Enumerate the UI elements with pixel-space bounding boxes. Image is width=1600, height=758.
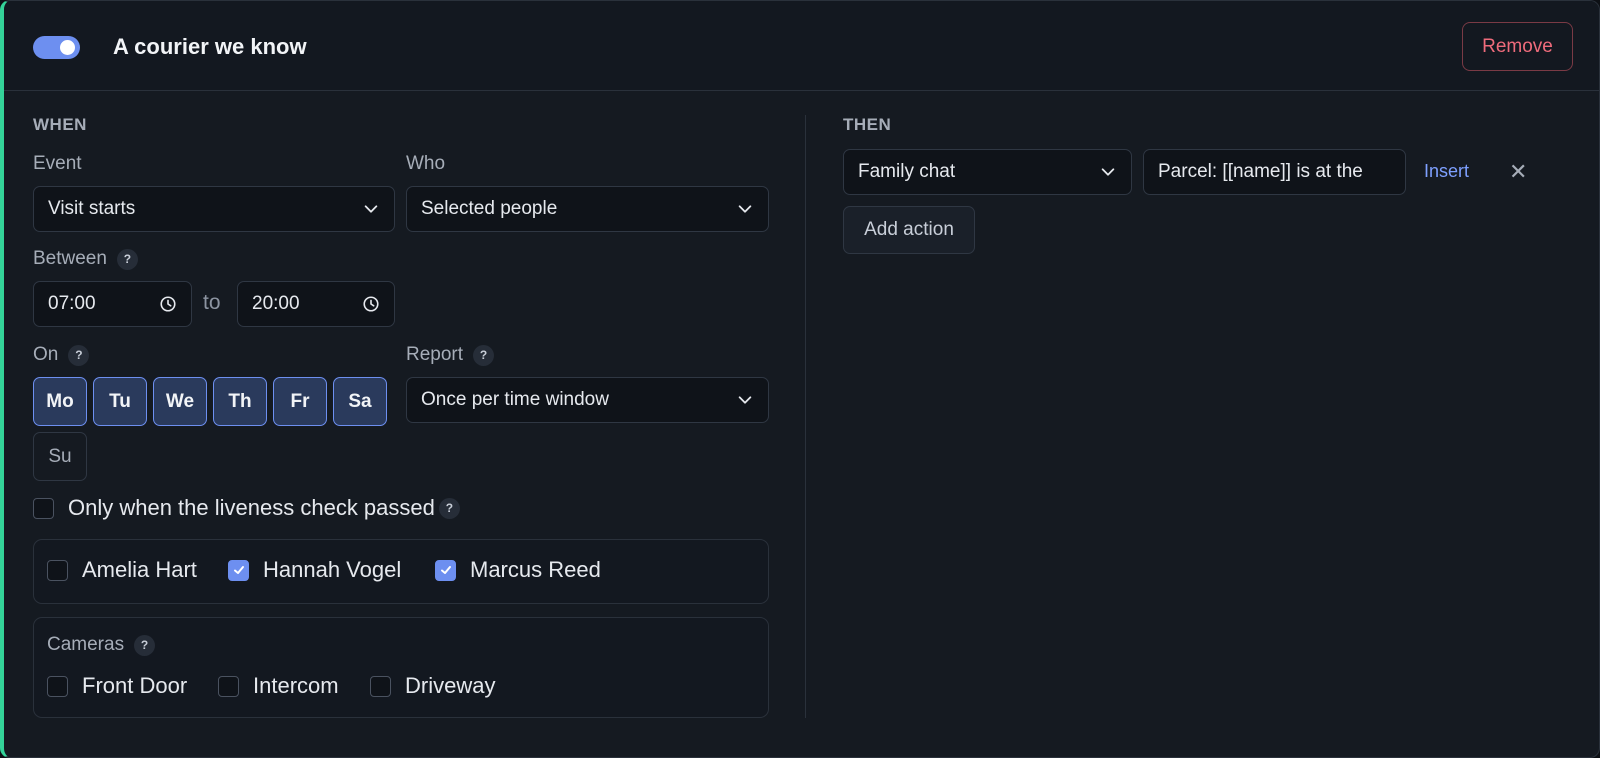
person-item-hannah-vogel[interactable]: Hannah Vogel (228, 557, 401, 583)
person-name: Amelia Hart (82, 557, 197, 582)
who-select[interactable]: Selected people (406, 186, 769, 232)
day-tu[interactable]: Tu (93, 377, 147, 426)
day-fr[interactable]: Fr (273, 377, 327, 426)
person-checkbox[interactable] (435, 559, 456, 581)
on-label: On ? (33, 344, 90, 366)
event-label: Event (33, 153, 82, 174)
camera-item-front-door[interactable]: Front Door (47, 673, 187, 699)
help-icon[interactable]: ? (134, 634, 156, 656)
time-to-input[interactable]: 20:00 (237, 281, 395, 327)
chevron-down-icon (364, 205, 378, 213)
camera-name: Intercom (253, 673, 339, 698)
time-from-value: 07:00 (48, 293, 96, 314)
help-icon[interactable]: ? (116, 248, 138, 270)
event-value: Visit starts (48, 198, 136, 219)
person-checkbox[interactable] (47, 559, 68, 581)
person-item-marcus-reed[interactable]: Marcus Reed (435, 557, 601, 583)
who-value: Selected people (421, 198, 558, 219)
camera-name: Driveway (405, 673, 496, 698)
to-label: to (203, 291, 221, 314)
remove-button[interactable]: Remove (1462, 22, 1573, 71)
clock-icon (160, 296, 176, 312)
liveness-label: Only when the liveness check passed (68, 495, 435, 520)
liveness-check-row[interactable]: Only when the liveness check passed ? (33, 495, 460, 521)
chevron-down-icon (738, 205, 752, 213)
camera-item-driveway[interactable]: Driveway (370, 673, 495, 699)
insert-link[interactable]: Insert (1424, 161, 1469, 182)
day-sa[interactable]: Sa (333, 377, 387, 426)
cameras-panel: Cameras ? Front Door Intercom Driveway (33, 617, 769, 718)
day-su[interactable]: Su (33, 432, 87, 481)
time-from-input[interactable]: 07:00 (33, 281, 192, 327)
day-mo[interactable]: Mo (33, 377, 87, 426)
rule-header: A courier we know Remove (4, 1, 1599, 91)
camera-name: Front Door (82, 673, 188, 698)
toggle-knob (60, 40, 75, 55)
action-target-select[interactable]: Family chat (843, 149, 1132, 195)
people-panel: Amelia Hart Hannah Vogel Marcus Reed (33, 539, 769, 604)
then-heading: THEN (843, 115, 892, 134)
chevron-down-icon (738, 396, 752, 404)
time-to-value: 20:00 (252, 293, 300, 314)
event-select[interactable]: Visit starts (33, 186, 395, 232)
camera-checkbox[interactable] (370, 675, 391, 697)
report-value: Once per time window (421, 389, 609, 410)
help-icon[interactable]: ? (438, 497, 460, 519)
person-name: Marcus Reed (470, 557, 601, 582)
action-message-value: Parcel: [[name]] is at the (1158, 161, 1363, 182)
rule-title: A courier we know (113, 34, 307, 59)
action-target-value: Family chat (858, 161, 956, 182)
when-heading: WHEN (33, 115, 87, 134)
day-th[interactable]: Th (213, 377, 267, 426)
who-label: Who (406, 153, 446, 174)
person-item-amelia-hart[interactable]: Amelia Hart (47, 557, 197, 583)
help-icon[interactable]: ? (473, 344, 495, 366)
clock-icon (363, 296, 379, 312)
camera-checkbox[interactable] (218, 675, 239, 697)
column-divider (805, 115, 806, 718)
report-label: Report ? (406, 344, 495, 366)
report-select[interactable]: Once per time window (406, 377, 769, 423)
person-name: Hannah Vogel (263, 557, 402, 582)
person-checkbox[interactable] (228, 559, 249, 581)
liveness-checkbox[interactable] (33, 497, 54, 519)
add-action-button[interactable]: Add action (843, 206, 975, 254)
camera-checkbox[interactable] (47, 675, 68, 697)
chevron-down-icon (1101, 168, 1115, 176)
between-label: Between ? (33, 248, 138, 270)
check-icon (233, 566, 244, 574)
cameras-label: Cameras ? (47, 634, 156, 656)
help-icon[interactable]: ? (68, 344, 90, 366)
check-icon (440, 566, 451, 574)
remove-action-icon[interactable]: ✕ (1509, 159, 1527, 185)
rule-card: A courier we know Remove WHEN Event Visi… (0, 0, 1600, 758)
camera-item-intercom[interactable]: Intercom (218, 673, 339, 699)
action-message-input[interactable]: Parcel: [[name]] is at the (1143, 149, 1406, 195)
rule-enabled-toggle[interactable] (33, 36, 80, 59)
day-we[interactable]: We (153, 377, 207, 426)
